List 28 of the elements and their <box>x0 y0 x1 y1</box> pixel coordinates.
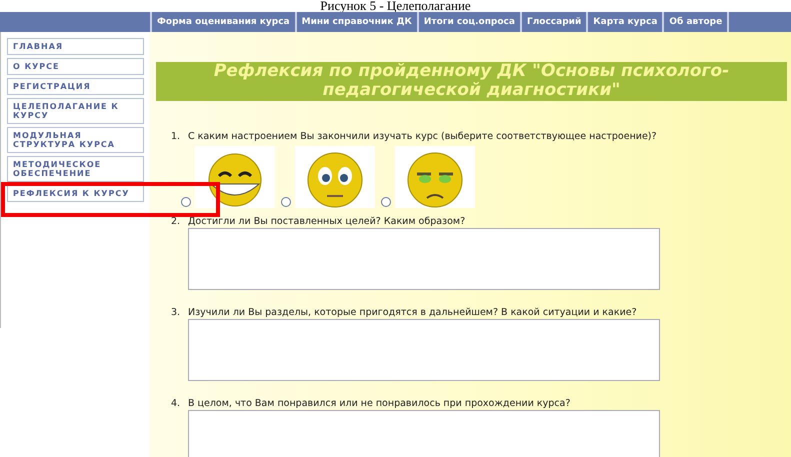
page-title-banner: Рефлексия по пройденному ДК "Основы психолого-педагогической диагностики" <box>156 62 787 101</box>
question-text: Достигли ли Вы поставленных целей? Каким образом? <box>188 216 466 227</box>
nav-link[interactable]: Карта курса <box>586 12 662 32</box>
answer-box[interactable] <box>188 228 660 290</box>
answer-box[interactable] <box>188 319 660 381</box>
question-number: 4. <box>171 398 182 409</box>
neutral-face-icon <box>295 146 375 208</box>
question-text: В целом, что Вам понравился или не понравилось при прохождении курса? <box>188 398 570 409</box>
question-text: С каким настроением Вы закончили изучать курс (выберите соответствующее настроение)? <box>188 131 657 142</box>
sidebar-item[interactable]: МЕТОДИЧЕСКОЕ ОБЕСПЕЧЕНИЕ <box>7 156 144 182</box>
radio-button[interactable] <box>381 197 391 207</box>
sidebar-item[interactable]: О КУРСЕ <box>7 58 144 75</box>
nav-link[interactable]: Глоссарий <box>520 12 586 32</box>
sidebar-item[interactable]: РЕФЛЕКСИЯ К КУРСУ <box>7 185 144 202</box>
frowning-face-icon <box>395 146 475 208</box>
sidebar-item[interactable]: ЦЕЛЕПОЛАГАНИЕ К КУРСУ <box>7 98 144 124</box>
radio-button[interactable] <box>281 197 291 207</box>
question-number: 1. <box>171 131 182 142</box>
answer-box[interactable] <box>188 410 660 457</box>
question-number: 2. <box>171 216 182 227</box>
sidebar-item[interactable]: РЕГИСТРАЦИЯ <box>7 78 144 95</box>
figure-caption: Рисунок 5 - Целеполагание <box>320 0 471 13</box>
question-number: 3. <box>171 307 182 318</box>
question-text: Изучили ли Вы разделы, которые пригодятся в дальнейшем? В какой ситуации и какие? <box>188 307 637 318</box>
radio-button[interactable] <box>181 197 191 207</box>
sidebar-item[interactable]: ГЛАВНАЯ <box>7 38 144 55</box>
grinning-face-icon <box>195 146 275 208</box>
sidebar-item[interactable]: МОДУЛЬНАЯ СТРУКТУРА КУРСА <box>7 127 144 153</box>
